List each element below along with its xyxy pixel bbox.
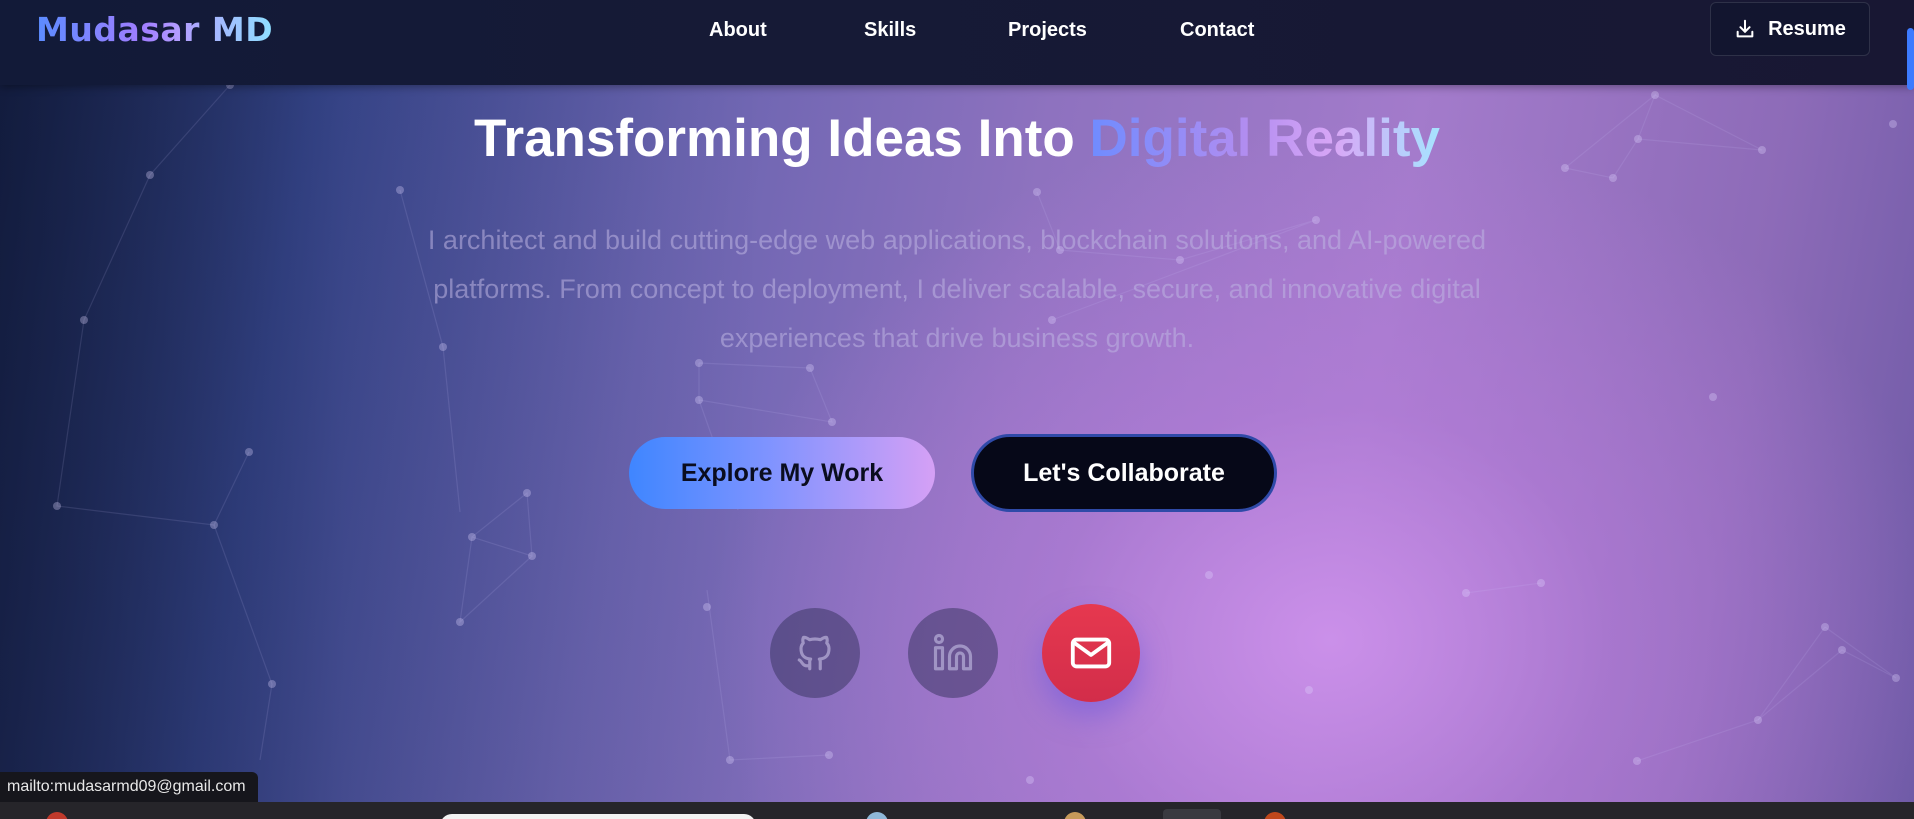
github-icon xyxy=(794,632,836,674)
top-navbar: Mudasar MD About Skills Projects Contact… xyxy=(0,0,1914,85)
hero-description: I architect and build cutting-edge web a… xyxy=(427,225,1487,353)
nav-link-contact[interactable]: Contact xyxy=(1180,19,1254,42)
headline-accent: Digital Reality xyxy=(1089,109,1440,168)
hero-headline: Transforming Ideas Into Digital Reality xyxy=(0,108,1914,169)
taskbar-app-icon[interactable] xyxy=(1064,812,1086,819)
link-preview-status: mailto:mudasarmd09@gmail.com xyxy=(0,772,258,802)
collaborate-button[interactable]: Let's Collaborate xyxy=(971,434,1277,512)
taskbar-app-icon[interactable] xyxy=(46,812,68,819)
nav-link-skills[interactable]: Skills xyxy=(864,19,916,42)
taskbar-app-icon[interactable] xyxy=(1163,809,1221,819)
scrollbar-thumb[interactable] xyxy=(1907,28,1914,90)
brand-logo[interactable]: Mudasar MD xyxy=(36,10,273,49)
explore-work-button[interactable]: Explore My Work xyxy=(629,437,935,509)
mail-icon xyxy=(1068,630,1114,676)
github-link[interactable] xyxy=(770,608,860,698)
headline-plain: Transforming Ideas Into xyxy=(474,109,1075,168)
nav-link-projects[interactable]: Projects xyxy=(1008,19,1087,42)
resume-label: Resume xyxy=(1768,17,1846,40)
resume-download-button[interactable]: Resume xyxy=(1710,2,1870,56)
download-icon xyxy=(1734,18,1756,40)
linkedin-link[interactable] xyxy=(908,608,998,698)
taskbar-app-icon[interactable] xyxy=(866,812,888,819)
linkedin-icon xyxy=(932,632,974,674)
hero-section: Transforming Ideas Into Digital Reality … xyxy=(0,0,1914,819)
taskbar-app-icon[interactable] xyxy=(1264,812,1286,819)
os-taskbar xyxy=(0,802,1914,819)
email-link[interactable] xyxy=(1042,604,1140,702)
taskbar-search-box[interactable] xyxy=(440,814,756,819)
nav-link-about[interactable]: About xyxy=(709,19,767,42)
